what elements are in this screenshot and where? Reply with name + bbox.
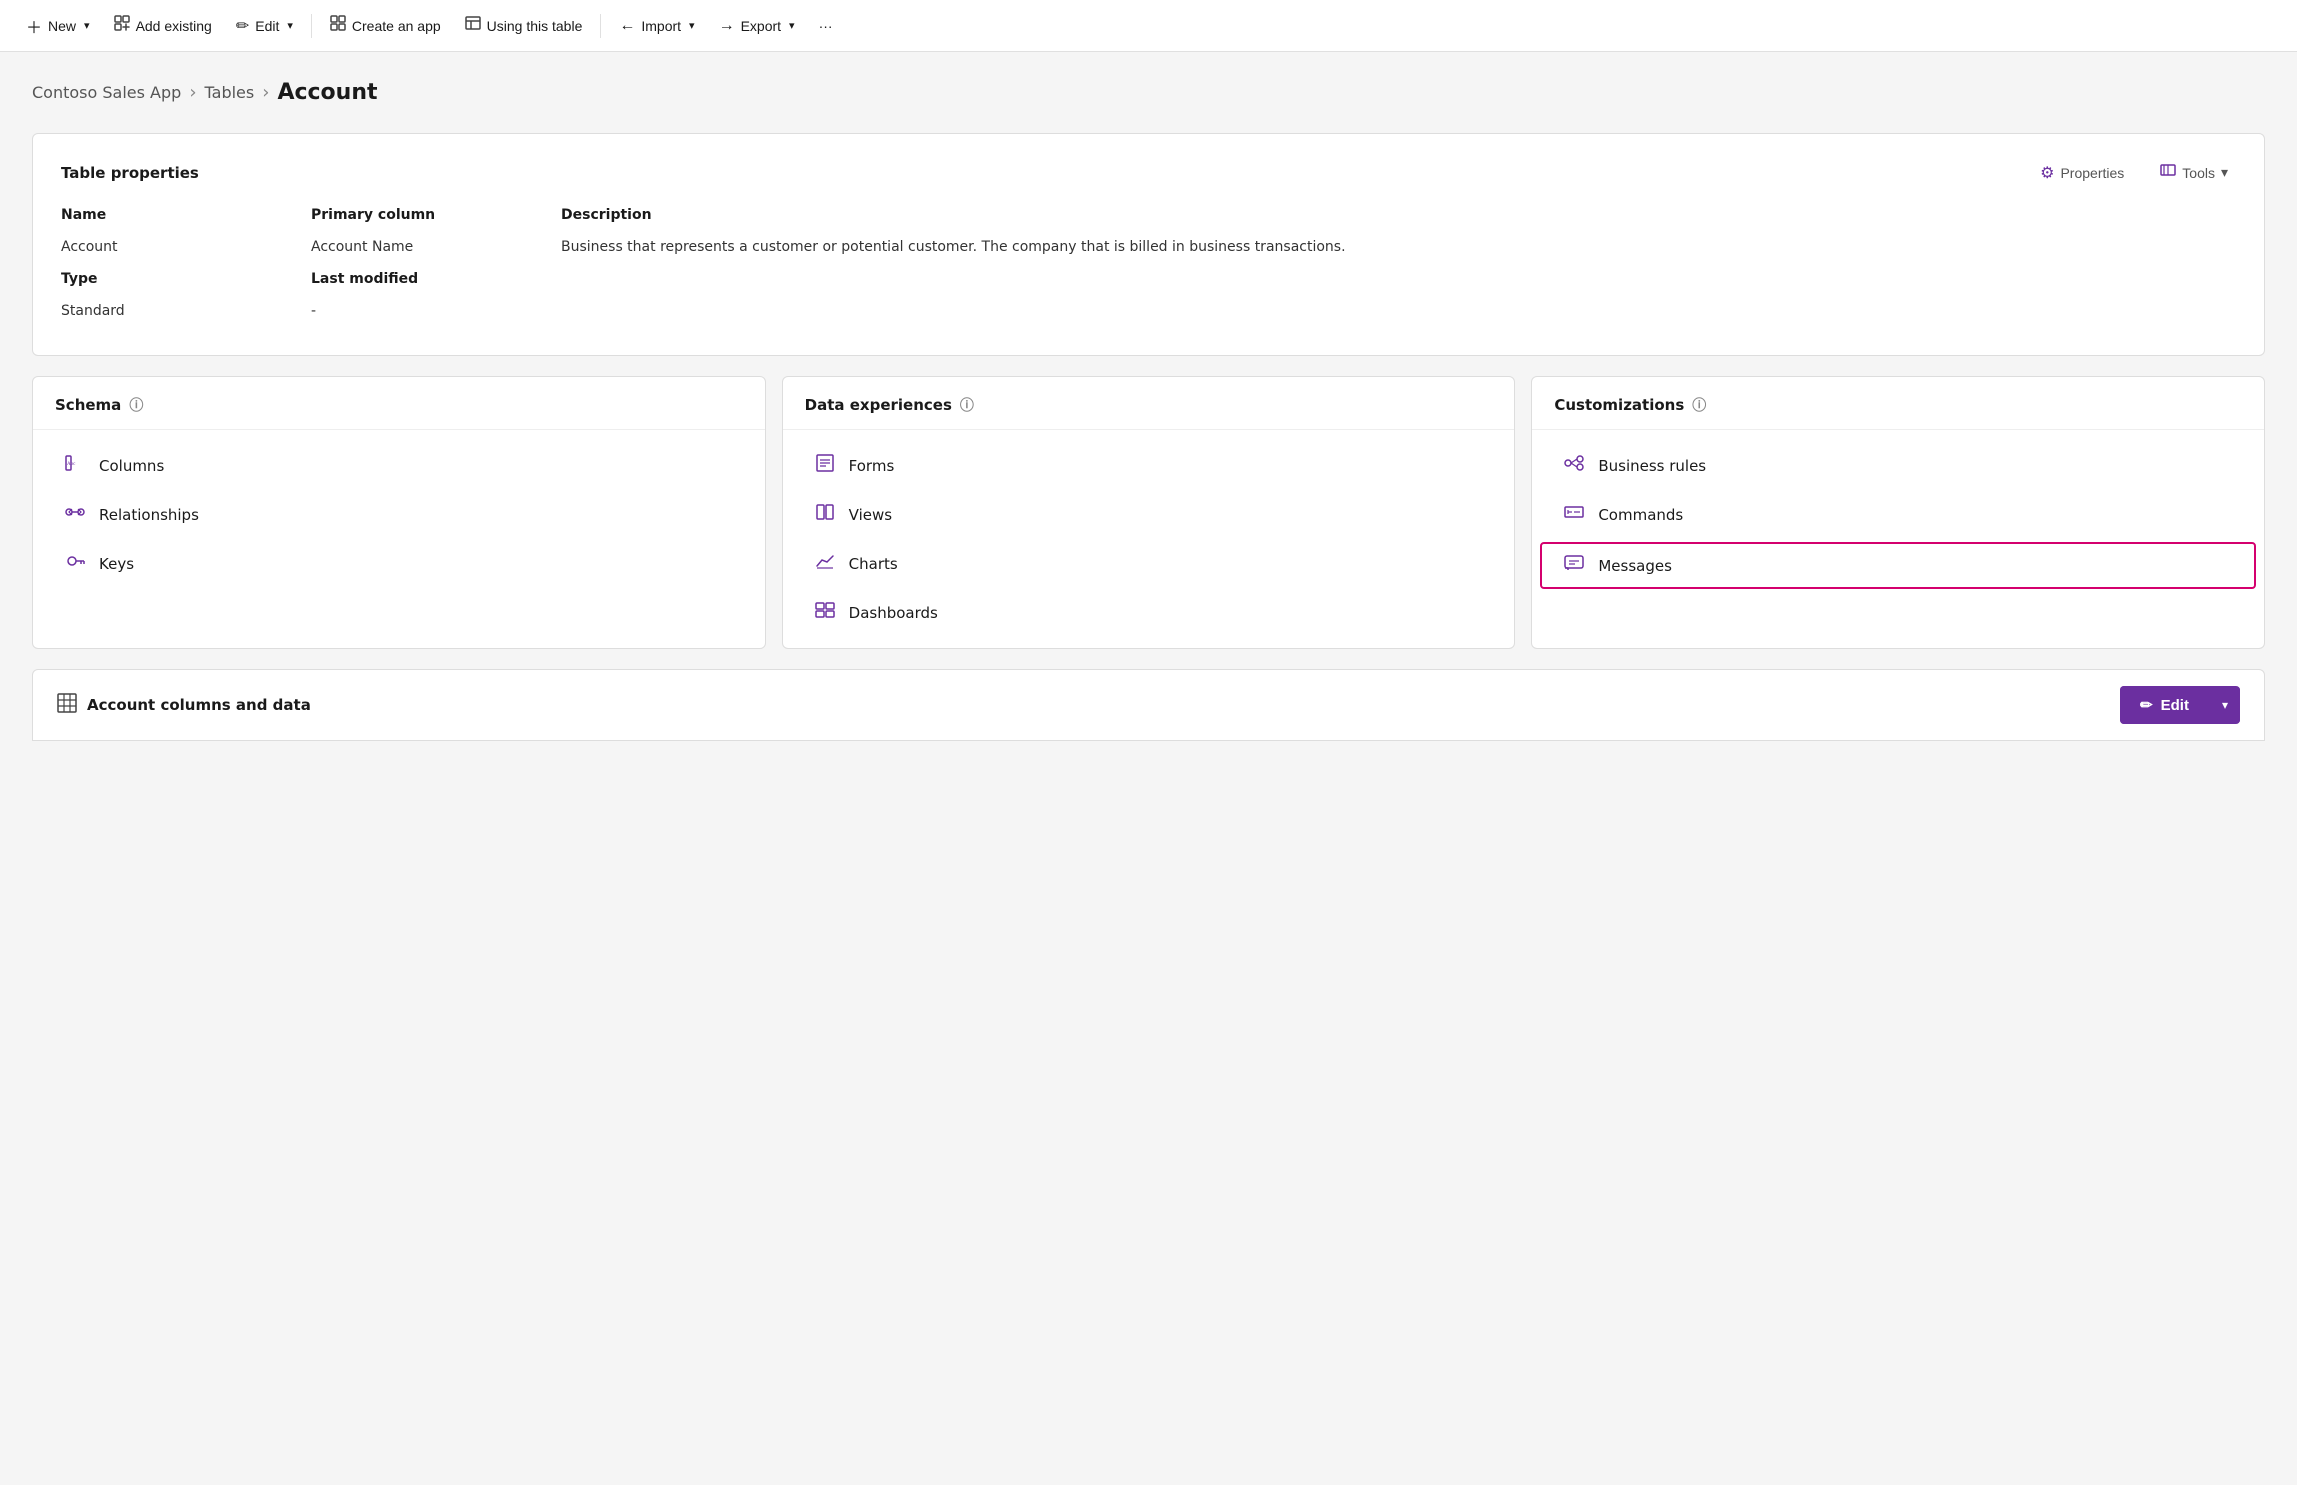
columns-icon: Abc <box>63 454 87 477</box>
toolbar: ＋ New ▾ Add existing ✏ Edit ▾ <box>0 0 2297 52</box>
views-icon <box>813 503 837 526</box>
table-grid-icon <box>57 693 77 717</box>
tools-icon <box>2160 162 2176 183</box>
toolbar-sep-1 <box>311 14 312 38</box>
views-item[interactable]: Views <box>791 491 1507 538</box>
export-icon: → <box>719 17 735 35</box>
description-label: Description <box>561 207 2236 227</box>
forms-icon <box>813 454 837 477</box>
import-icon: ← <box>619 17 635 35</box>
business-rules-icon <box>1562 454 1586 477</box>
edit-pencil-icon: ✏ <box>236 16 249 36</box>
charts-icon <box>813 552 837 575</box>
cards-row: Schema ⓘ Abc Columns <box>32 376 2265 649</box>
import-button[interactable]: ← Import ▾ <box>609 11 704 41</box>
schema-header: Schema ⓘ <box>33 377 765 430</box>
export-chevron-icon: ▾ <box>789 19 795 32</box>
toolbar-sep-2 <box>600 14 601 38</box>
bottom-bar-title: Account columns and data <box>57 693 311 717</box>
edit-chevron-button[interactable]: ▾ <box>2210 688 2240 722</box>
breadcrumb-current: Account <box>277 80 377 105</box>
tools-chevron-icon: ▾ <box>2221 164 2228 181</box>
name-label: Name <box>61 207 311 227</box>
card-title: Table properties <box>61 164 199 182</box>
dashboards-icon <box>813 601 837 624</box>
customizations-items: Business rules Commands <box>1532 430 2264 603</box>
customizations-header: Customizations ⓘ <box>1532 377 2264 430</box>
breadcrumb: Contoso Sales App › Tables › Account <box>32 80 2265 105</box>
card-actions: ⚙ Properties Tools ▾ <box>2032 158 2236 187</box>
customizations-card: Customizations ⓘ Business rules <box>1531 376 2265 649</box>
svg-text:Abc: Abc <box>67 462 76 467</box>
charts-item[interactable]: Charts <box>791 540 1507 587</box>
tools-button[interactable]: Tools ▾ <box>2152 158 2236 187</box>
primary-col-label: Primary column <box>311 207 561 227</box>
messages-icon <box>1562 554 1586 577</box>
schema-card: Schema ⓘ Abc Columns <box>32 376 766 649</box>
edit-chevron-icon: ▾ <box>287 19 293 32</box>
type-value: Standard <box>61 303 311 319</box>
breadcrumb-tables[interactable]: Tables <box>205 83 255 102</box>
commands-icon <box>1562 503 1586 526</box>
edit-main-button[interactable]: ✏ Edit <box>2120 686 2209 724</box>
messages-item[interactable]: Messages <box>1540 542 2256 589</box>
bottom-bar: Account columns and data ✏ Edit ▾ <box>32 669 2265 741</box>
new-chevron-icon: ▾ <box>84 19 90 32</box>
plus-icon: ＋ <box>26 14 42 38</box>
primary-col-value: Account Name <box>311 239 561 259</box>
name-value: Account <box>61 239 311 259</box>
breadcrumb-app[interactable]: Contoso Sales App <box>32 83 181 102</box>
dashboards-item[interactable]: Dashboards <box>791 589 1507 636</box>
keys-item[interactable]: Keys <box>41 540 757 587</box>
schema-items: Abc Columns Rel <box>33 430 765 599</box>
data-experiences-info-icon: ⓘ <box>960 395 974 415</box>
business-rules-item[interactable]: Business rules <box>1540 442 2256 489</box>
type-label: Type <box>61 271 311 291</box>
last-modified-value: - <box>311 303 561 319</box>
edit-toolbar-button[interactable]: ✏ Edit ▾ <box>226 10 303 42</box>
relationships-item[interactable]: Relationships <box>41 491 757 538</box>
forms-item[interactable]: Forms <box>791 442 1507 489</box>
description-value: Business that represents a customer or p… <box>561 239 2236 331</box>
keys-icon <box>63 552 87 575</box>
add-existing-button[interactable]: Add existing <box>104 9 222 42</box>
gear-icon: ⚙ <box>2040 163 2054 183</box>
edit-pencil-white-icon: ✏ <box>2140 696 2153 714</box>
using-table-icon <box>465 15 481 36</box>
export-button[interactable]: → Export ▾ <box>709 11 805 41</box>
using-table-button[interactable]: Using this table <box>455 9 593 42</box>
data-experiences-header: Data experiences ⓘ <box>783 377 1515 430</box>
data-experiences-card: Data experiences ⓘ Forms <box>782 376 1516 649</box>
add-existing-icon <box>114 15 130 36</box>
more-button[interactable]: ··· <box>809 12 843 40</box>
breadcrumb-sep-1: › <box>189 82 196 103</box>
columns-item[interactable]: Abc Columns <box>41 442 757 489</box>
schema-info-icon: ⓘ <box>129 395 143 415</box>
main-content: Contoso Sales App › Tables › Account Tab… <box>0 52 2297 769</box>
create-app-icon <box>330 15 346 36</box>
table-properties-card: Table properties ⚙ Properties Tools <box>32 133 2265 356</box>
last-modified-label: Last modified <box>311 271 561 291</box>
card-header: Table properties ⚙ Properties Tools <box>61 158 2236 187</box>
new-button[interactable]: ＋ New ▾ <box>16 8 100 44</box>
properties-button[interactable]: ⚙ Properties <box>2032 159 2132 187</box>
edit-split-button: ✏ Edit ▾ <box>2120 686 2240 724</box>
create-app-button[interactable]: Create an app <box>320 9 451 42</box>
customizations-info-icon: ⓘ <box>1692 395 1706 415</box>
props-grid: Name Primary column Description Account … <box>61 207 2236 331</box>
relationships-icon <box>63 503 87 526</box>
data-experiences-items: Forms Views <box>783 430 1515 648</box>
breadcrumb-sep-2: › <box>262 82 269 103</box>
commands-item[interactable]: Commands <box>1540 491 2256 538</box>
import-chevron-icon: ▾ <box>689 19 695 32</box>
